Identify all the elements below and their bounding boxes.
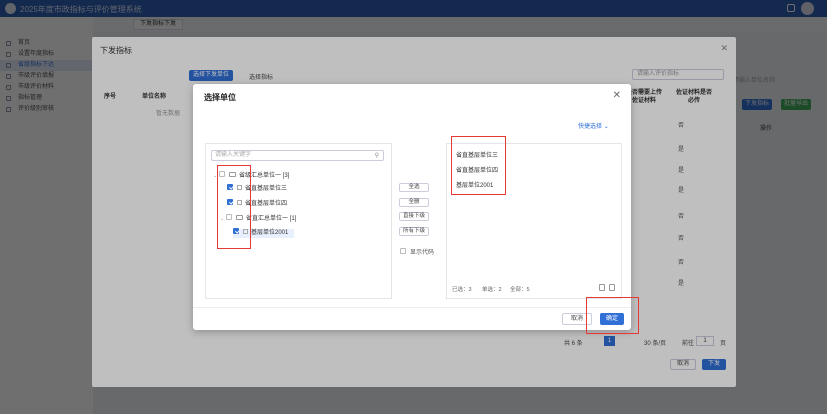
annotation-box-selected	[451, 136, 506, 195]
direct-children-button[interactable]: 直接下级	[399, 212, 429, 221]
footer-divider	[193, 307, 631, 308]
annotation-box-checkboxes	[217, 165, 251, 249]
select-all-button[interactable]: 全选	[399, 183, 429, 192]
quick-select-dropdown[interactable]: 快捷选择 ⌄	[578, 121, 609, 130]
trash-icon[interactable]	[599, 284, 605, 291]
annotation-box-confirm	[586, 297, 639, 334]
remove-all-button[interactable]: 全删	[399, 198, 429, 207]
total-count: 全部：5	[510, 287, 530, 293]
show-code-toggle[interactable]: 显示代码	[400, 247, 434, 256]
all-children-button[interactable]: 所有下级	[399, 227, 429, 236]
select-unit-dialog: 选择单位 ✕ 快捷选择 ⌄ 请输入关键字 ⚲ ⌄ 省级汇总单位一 [3] 省直基层单…	[193, 84, 639, 334]
chevron-down-icon: ⌄	[603, 124, 609, 130]
unit-count: 单选：2	[482, 287, 502, 293]
search-icon: ⚲	[374, 153, 379, 159]
dialog-title: 选择单位	[204, 93, 236, 102]
export-icon[interactable]	[609, 284, 615, 291]
selected-count: 已选：3	[452, 287, 472, 293]
close-icon[interactable]: ✕	[613, 90, 621, 101]
tree-search-input[interactable]: 请输入关键字 ⚲	[211, 150, 384, 161]
show-code-checkbox[interactable]	[400, 248, 406, 255]
